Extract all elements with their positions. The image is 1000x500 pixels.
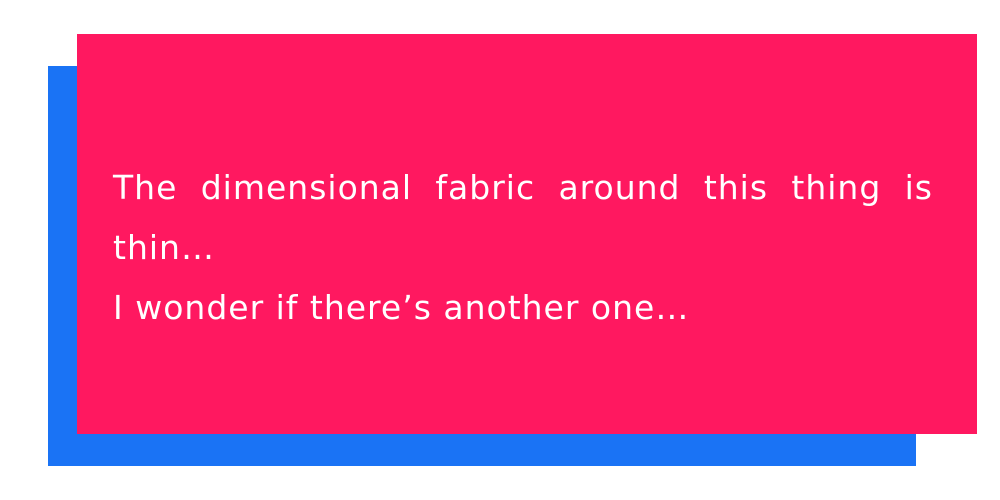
- dialog-box[interactable]: The dimensional fabric around this thing…: [77, 34, 977, 434]
- dialog-text: The dimensional fabric around this thing…: [113, 158, 933, 338]
- dialog-line-1: The dimensional fabric around this thing…: [113, 168, 933, 267]
- dialog-line-2: I wonder if there’s another one…: [113, 288, 690, 327]
- dialog-stage: The dimensional fabric around this thing…: [0, 0, 1000, 500]
